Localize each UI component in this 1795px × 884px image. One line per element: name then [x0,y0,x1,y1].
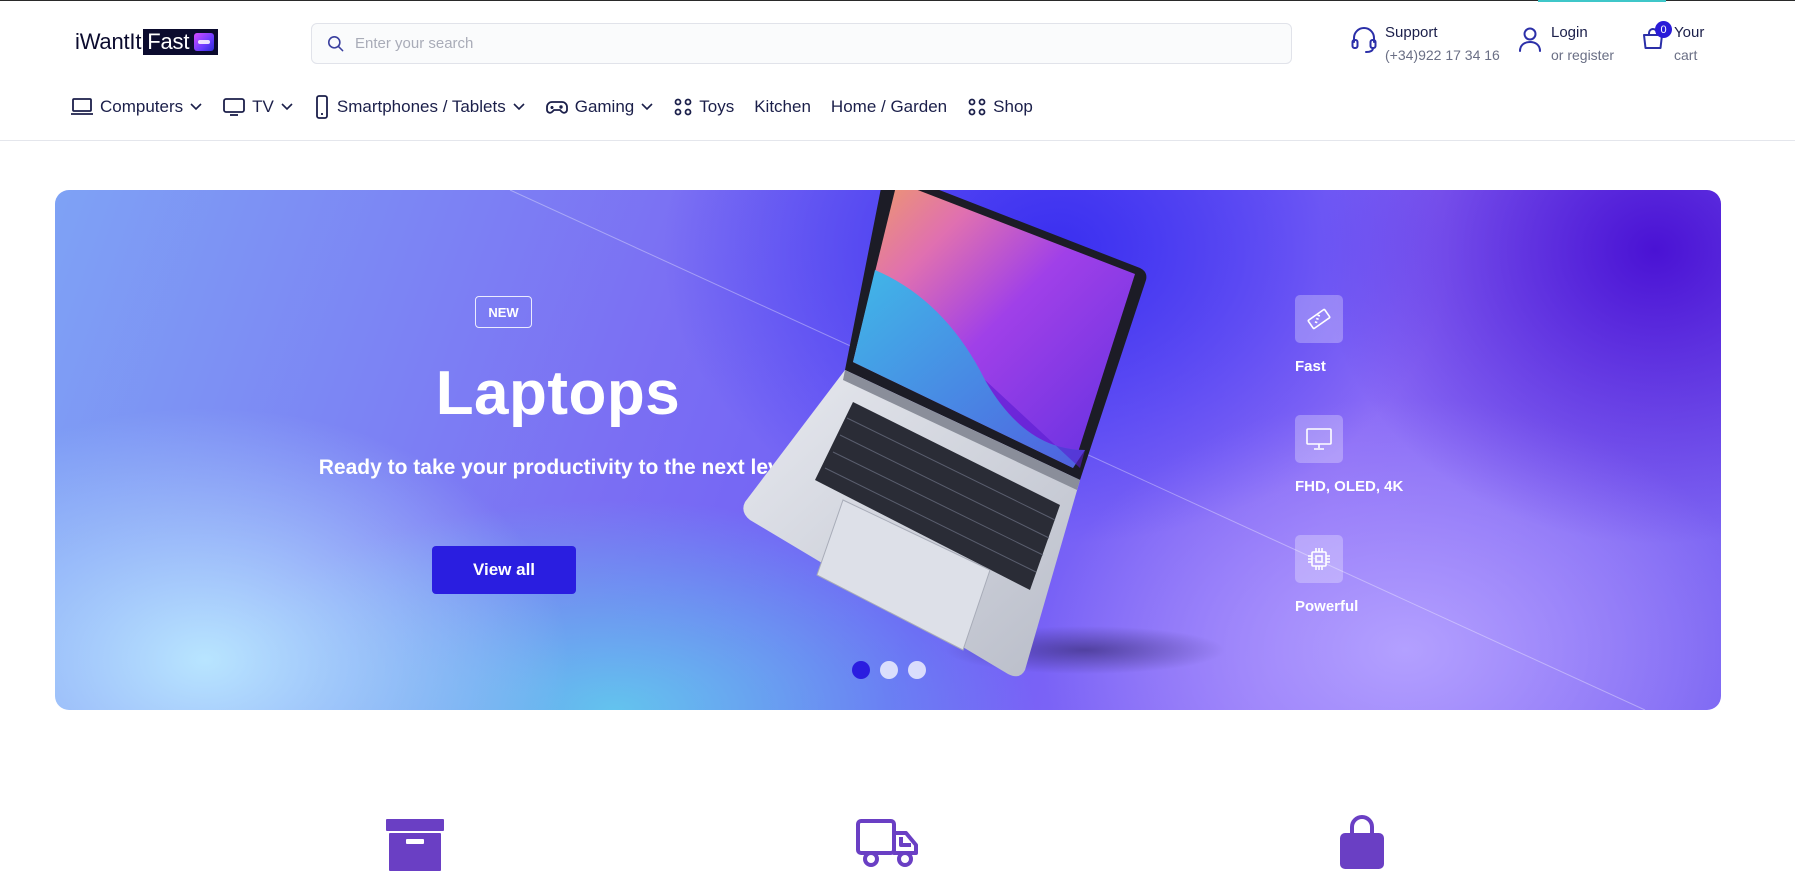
site-logo[interactable]: iWantIt Fast [75,28,219,56]
search-input[interactable] [355,35,1255,52]
feature-powerful: Powerful [1295,535,1495,615]
chevron-down-icon [281,103,293,111]
support-phone: (+34)922 17 34 16 [1385,47,1500,63]
carousel-dots [852,661,936,679]
carousel-dot-2[interactable] [880,661,898,679]
support-title: Support [1385,24,1438,41]
cart-icon-wrap: 0 [1638,21,1672,56]
nav-item-toys[interactable]: Toys [673,97,734,117]
laptop-icon [70,97,94,117]
chevron-down-icon [641,103,653,111]
nav-divider [0,140,1795,141]
nav-item-label: Shop [993,97,1033,116]
nav-item-label: Gaming [574,97,635,116]
nav-item-label: Kitchen [754,97,811,116]
headset-icon [1349,22,1379,56]
cart-title: Your [1674,24,1705,41]
nav-item-computers[interactable]: Computers [70,97,202,117]
chevron-down-icon [190,103,202,111]
nav-item-label: TV [252,97,274,116]
logo-boxed-text: Fast [147,28,190,54]
carousel-dot-1[interactable] [852,661,870,679]
login-title: Login [1551,24,1588,41]
top-border [0,0,1795,1]
feature-label: FHD, OLED, 4K [1295,478,1404,495]
login-sub: or register [1551,47,1615,63]
search-icon [327,35,344,52]
cart-count-badge: 0 [1655,21,1672,38]
nav-item-shop[interactable]: Shop [967,97,1033,117]
nav-item-gaming[interactable]: Gaming [545,97,654,117]
nav-item-label: Toys [699,97,735,116]
search-bar[interactable] [311,23,1292,64]
feature-label: Powerful [1295,598,1359,615]
nav-item-label: Smartphones / Tablets [336,97,506,116]
ram-icon [1295,295,1343,343]
carousel-dot-3[interactable] [908,661,926,679]
gamepad-icon [545,97,569,117]
smartphone-icon [313,95,331,119]
tv-icon [222,97,246,117]
logo-box: Fast [143,28,219,55]
nav-item-home-garden[interactable]: Home / Garden [831,97,947,117]
login-link[interactable]: Login or register [1515,22,1614,66]
laptop-image [743,190,1225,677]
feature-display: FHD, OLED, 4K [1295,415,1495,495]
nav-item-tv[interactable]: TV [222,97,293,117]
new-badge: NEW [475,296,532,328]
hero-banner: NEW Laptops Ready to take your productiv… [55,190,1721,710]
shopping-bag-icon [1338,815,1386,876]
logo-chip-icon [194,32,215,51]
chevron-down-icon [513,103,525,111]
delivery-truck-icon [855,815,921,876]
cart-link[interactable]: 0 Your cart [1638,21,1705,66]
top-accent-bar [1538,0,1666,2]
nav-item-kitchen[interactable]: Kitchen [754,97,811,117]
nav-item-smartphones[interactable]: Smartphones / Tablets [313,95,525,119]
monitor-icon [1295,415,1343,463]
archive-box-icon [386,815,444,876]
grid-dots-icon [967,97,987,117]
support-link[interactable]: Support (+34)922 17 34 16 [1349,22,1500,66]
logo-text: iWantIt [75,29,142,54]
nav-item-label: Home / Garden [830,97,948,116]
grid-dots-icon [673,97,693,117]
feature-label: Fast [1295,358,1326,375]
feature-fast: Fast [1295,295,1495,375]
user-icon [1515,22,1545,56]
cart-sub: cart [1674,47,1698,63]
main-nav: Computers TV Smartphones / Tablets Gamin… [70,93,1053,121]
nav-item-label: Computers [100,97,184,116]
cpu-icon [1295,535,1343,583]
view-all-button[interactable]: View all [432,546,576,594]
